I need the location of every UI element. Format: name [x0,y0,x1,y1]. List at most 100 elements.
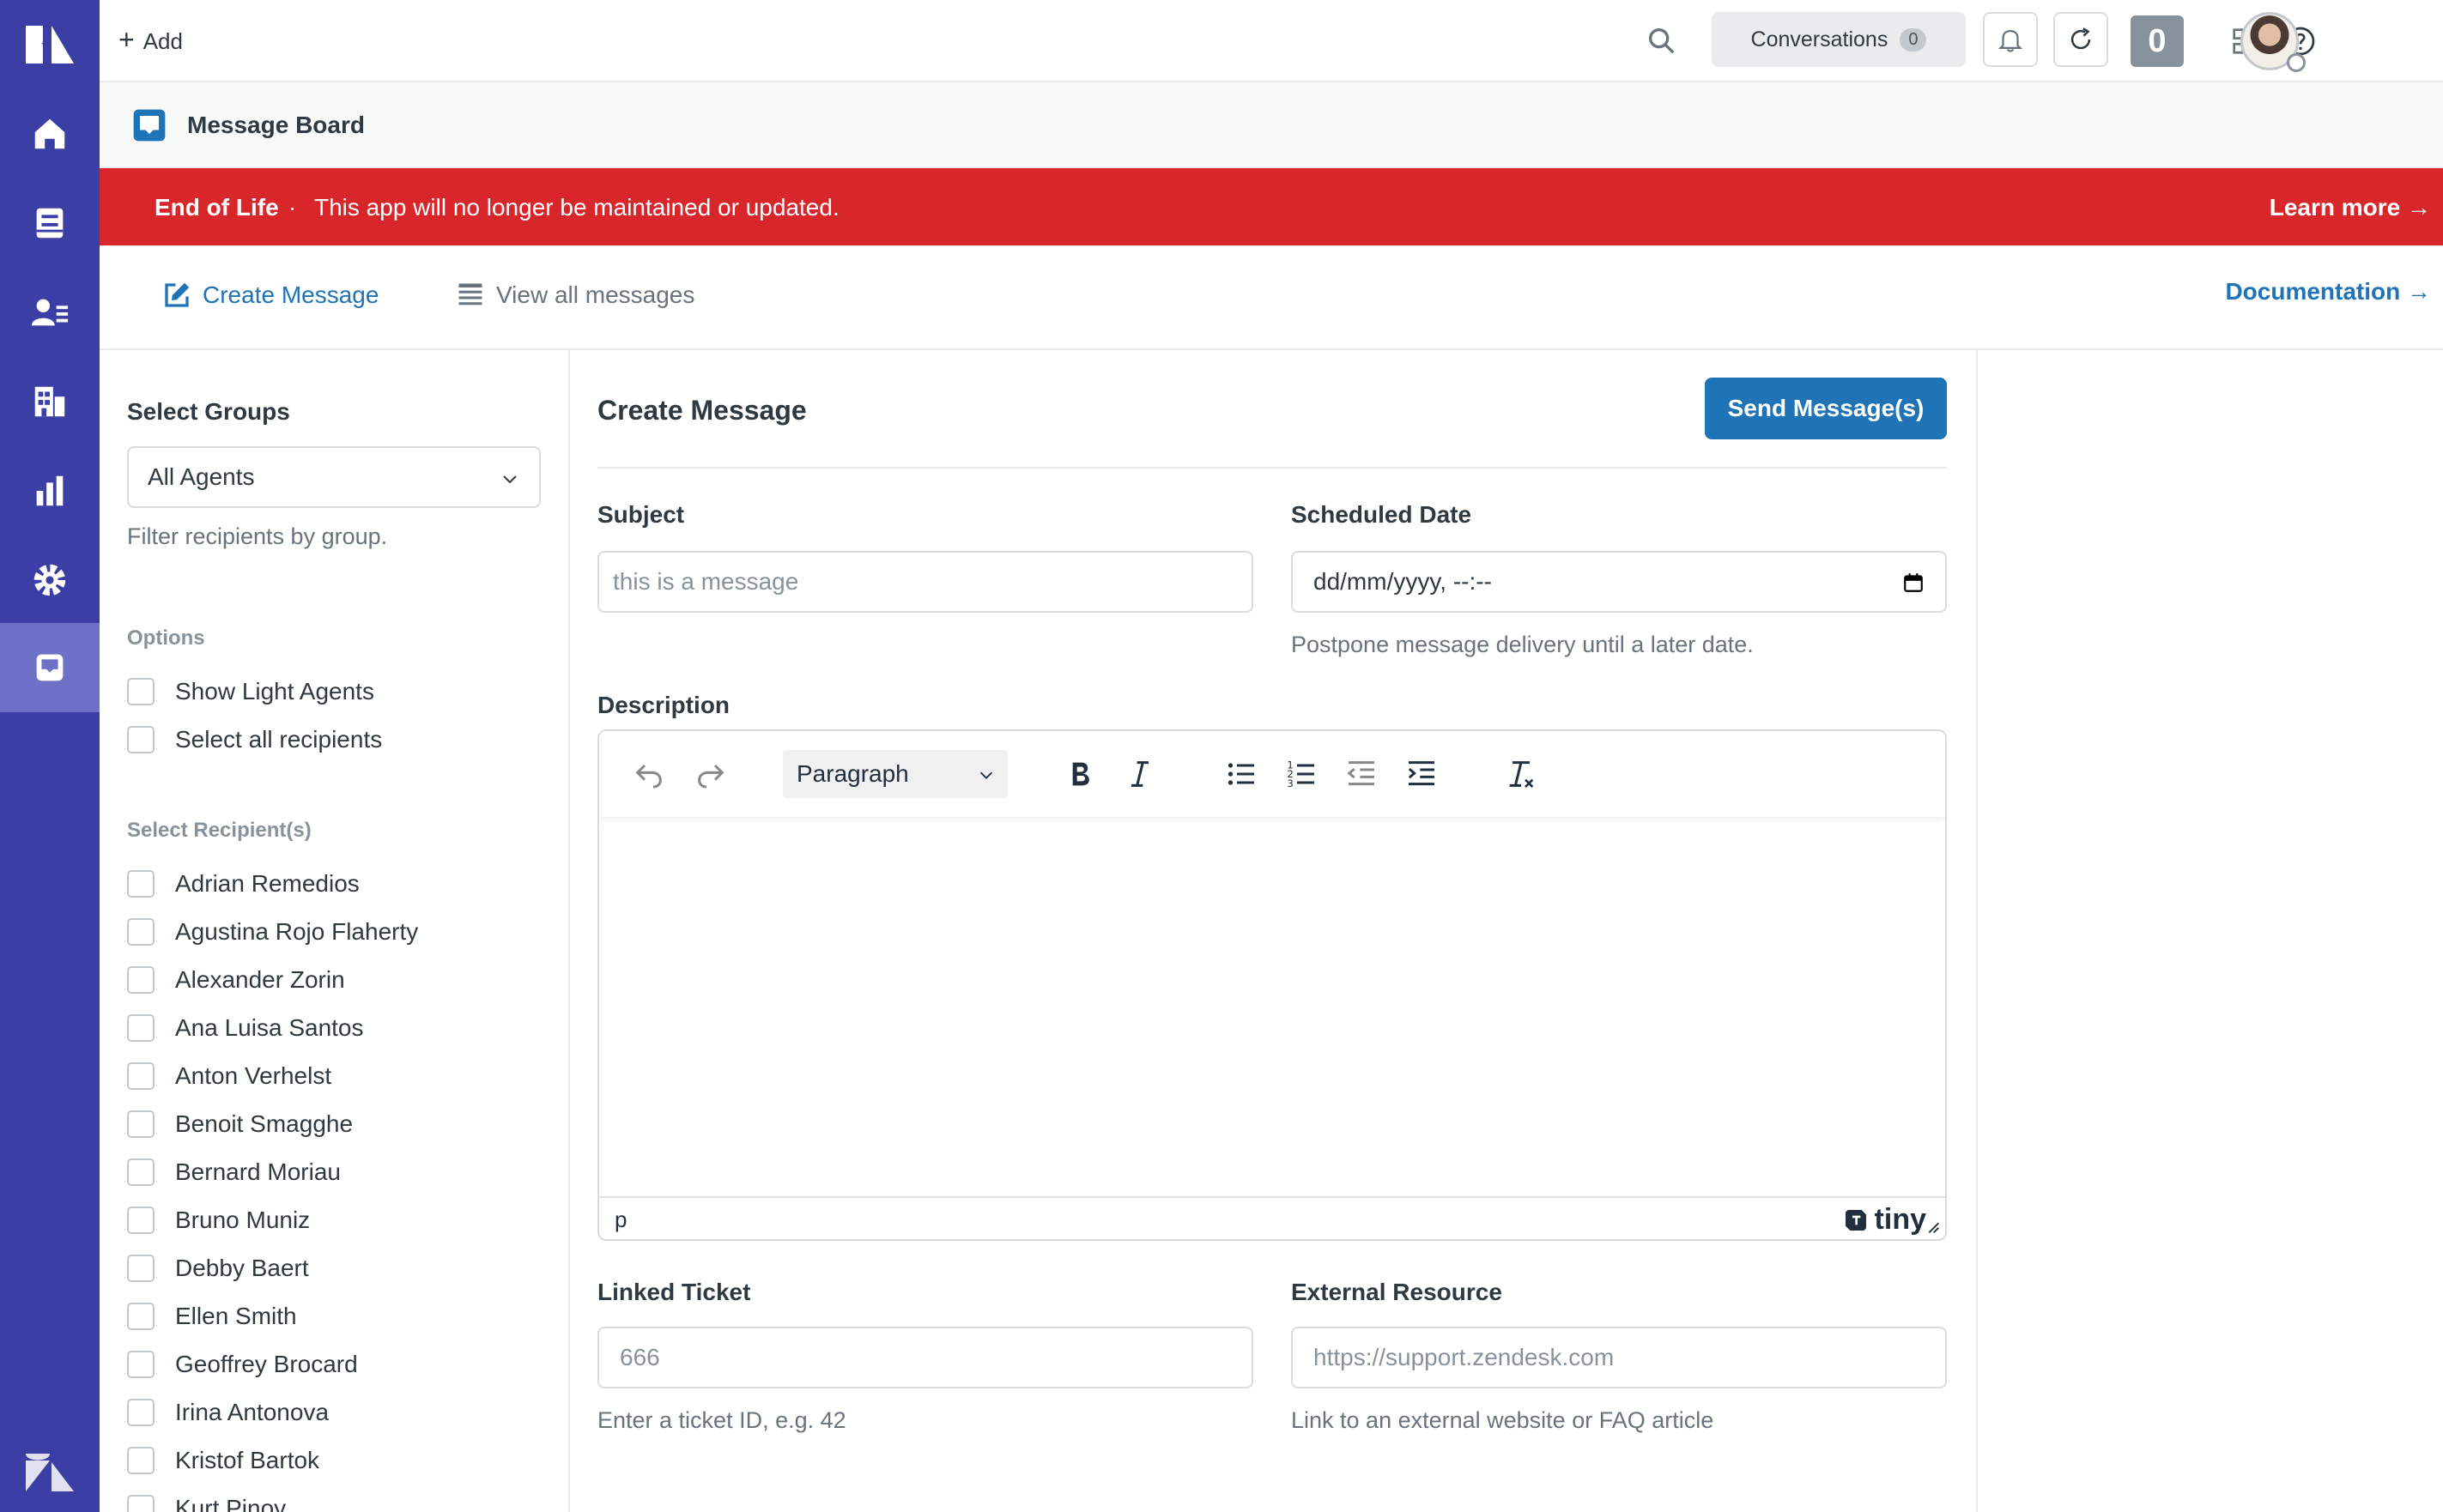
bold-icon[interactable] [1063,757,1097,791]
recipient-item[interactable]: Bruno Muniz [127,1207,310,1234]
message-board-icon [133,109,166,142]
scheduled-date-input[interactable]: dd/mm/yyyy, --:-- [1291,551,1947,613]
recipient-item[interactable]: Adrian Remedios [127,870,360,898]
checkbox[interactable] [127,1303,155,1330]
outdent-icon[interactable] [1344,757,1379,791]
organizations-icon[interactable] [0,357,100,446]
message-board-app-icon[interactable] [0,623,100,712]
option-show-light-agents[interactable]: Show Light Agents [127,678,374,705]
recipient-item[interactable]: Anton Verhelst [127,1062,331,1090]
undo-icon[interactable] [632,757,666,791]
product-rail [0,0,100,1512]
documentation-link[interactable]: Documentation → [2225,278,2431,305]
recipient-item[interactable]: Ellen Smith [127,1303,297,1330]
svg-text:3: 3 [1287,777,1293,789]
form-title: Create Message [597,395,807,426]
recipient-item[interactable]: Kristof Bartok [127,1447,319,1474]
recipient-item[interactable]: Irina Antonova [127,1399,329,1426]
resize-handle-icon[interactable] [1923,1217,1942,1236]
checkbox[interactable] [127,1255,155,1282]
recipient-item[interactable]: Kurt Pinoy [127,1495,286,1512]
checkbox[interactable] [127,1495,155,1512]
recipient-name: Bernard Moriau [175,1158,341,1185]
add-button[interactable]: + Add [118,24,183,58]
conversations-count-badge: 0 [1900,27,1927,51]
conversations-button[interactable]: Conversations 0 [1712,12,1966,67]
element-path[interactable]: p [615,1207,627,1233]
block-format-value: Paragraph [797,760,909,787]
checkbox[interactable] [127,1110,155,1138]
recipient-item[interactable]: Benoit Smagghe [127,1110,353,1138]
checkbox[interactable] [127,678,155,705]
recipient-item[interactable]: Debby Baert [127,1255,309,1282]
recipient-name: Ellen Smith [175,1303,297,1329]
clear-formatting-icon[interactable] [1504,757,1538,791]
tiny-brand-text: tiny [1874,1203,1926,1236]
reporting-icon[interactable] [0,446,100,535]
italic-icon[interactable] [1123,757,1157,791]
checkbox[interactable] [127,918,155,946]
count-badge[interactable]: 0 [2131,15,2184,67]
indent-icon[interactable] [1404,757,1439,791]
bullet-list-icon[interactable] [1224,757,1258,791]
block-format-select[interactable]: Paragraph [783,750,1008,798]
checkbox[interactable] [127,1014,155,1042]
checkbox[interactable] [127,966,155,994]
list-icon [458,283,482,305]
search-icon[interactable] [1645,24,1679,58]
recipient-item[interactable]: Agustina Rojo Flaherty [127,918,418,946]
description-editor: Paragraph 123 p tiny [597,729,1947,1241]
customers-icon[interactable] [0,268,100,357]
send-messages-button[interactable]: Send Message(s) [1705,378,1947,439]
linked-ticket-label: Linked Ticket [597,1279,751,1305]
editor-content-area[interactable] [599,817,1945,1200]
scheduled-date-label: Scheduled Date [1291,501,1472,528]
groups-select-value: All Agents [148,463,255,490]
recipients-section-title: Select Recipient(s) [127,819,312,842]
tab-view-all-messages[interactable]: View all messages [455,280,694,311]
end-of-life-banner: End of Life · This app will no longer be… [100,168,2443,245]
home-icon[interactable] [0,89,100,178]
external-resource-input[interactable] [1291,1327,1947,1388]
select-groups-label: Select Groups [127,398,290,425]
recipient-item[interactable]: Ana Luisa Santos [127,1014,364,1042]
groups-select[interactable]: All Agents [127,446,541,508]
refresh-button[interactable] [2053,12,2108,67]
redo-icon[interactable] [694,757,728,791]
chevron-down-icon [503,475,517,484]
checkbox[interactable] [127,1207,155,1234]
recipient-filters: Select Groups All Agents Filter recipien… [100,350,570,1512]
checkbox[interactable] [127,1351,155,1378]
option-select-all-recipients[interactable]: Select all recipients [127,726,382,753]
recipient-item[interactable]: Geoffrey Brocard [127,1351,358,1378]
recipient-name: Debby Baert [175,1255,309,1281]
checkbox[interactable] [127,870,155,898]
recipient-item[interactable]: Bernard Moriau [127,1158,341,1186]
linked-ticket-input[interactable] [597,1327,1253,1388]
banner-separator: · [288,194,297,221]
description-label: Description [597,692,730,718]
checkbox[interactable] [127,1062,155,1090]
recipient-name: Agustina Rojo Flaherty [175,918,419,945]
recipient-item[interactable]: Alexander Zorin [127,966,345,994]
checkbox[interactable] [127,1158,155,1186]
learn-more-link[interactable]: Learn more → [2270,194,2431,221]
scheduled-date-hint: Postpone message delivery until a later … [1291,632,1754,657]
notifications-button[interactable] [1983,12,2038,67]
checkbox[interactable] [127,1399,155,1426]
numbered-list-icon[interactable]: 123 [1284,757,1318,791]
recipient-name: Adrian Remedios [175,870,360,897]
tab-create-message[interactable]: Create Message [161,280,379,311]
recipient-name: Bruno Muniz [175,1207,311,1233]
tiny-brand-link[interactable]: tiny [1842,1203,1926,1237]
zendesk-product-logo-icon[interactable] [22,21,77,69]
subject-input[interactable] [597,551,1253,613]
views-icon[interactable] [0,178,100,268]
editor-statusbar: p tiny [599,1196,1945,1239]
create-message-form: Create Message Send Message(s) Subject S… [570,350,1978,1512]
add-label: Add [142,27,183,54]
admin-gear-icon[interactable] [0,535,100,625]
checkbox[interactable] [127,1447,155,1474]
calendar-icon[interactable] [1902,572,1925,594]
checkbox[interactable] [127,726,155,753]
